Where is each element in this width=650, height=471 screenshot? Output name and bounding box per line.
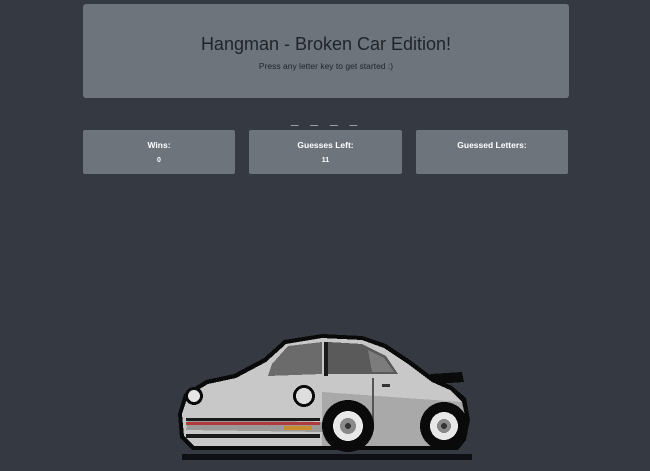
guesses-left-label: Guesses Left: bbox=[297, 140, 354, 150]
pixel-art-sports-car-icon bbox=[178, 334, 472, 460]
guessed-letters-label: Guessed Letters: bbox=[457, 140, 527, 150]
word-blanks: _ _ _ _ bbox=[290, 113, 360, 128]
header-card: Hangman - Broken Car Edition! Press any … bbox=[83, 4, 569, 98]
wins-value: 0 bbox=[157, 157, 161, 164]
instructions-text: Press any letter key to get started :) bbox=[258, 61, 394, 71]
page-title: Hangman - Broken Car Edition! bbox=[200, 34, 452, 54]
guessed-letters-card: Guessed Letters: bbox=[416, 130, 568, 174]
guesses-left-card: Guesses Left: 11 bbox=[249, 130, 402, 174]
guesses-left-value: 11 bbox=[321, 157, 330, 164]
wins-label: Wins: bbox=[147, 140, 171, 150]
wins-card: Wins: 0 bbox=[83, 130, 235, 174]
